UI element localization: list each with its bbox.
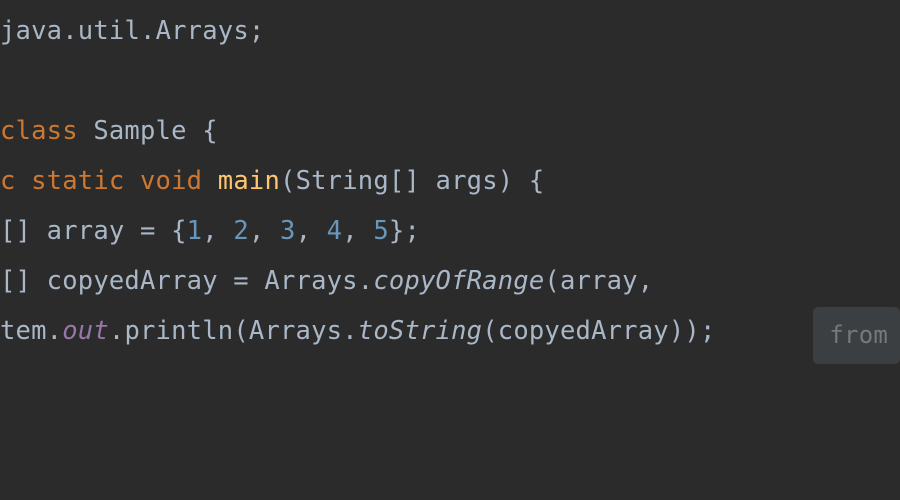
method-println: println	[124, 316, 233, 346]
arg-copyed: copyedArray	[498, 316, 669, 346]
brace: {	[187, 116, 218, 146]
arr-type: []	[0, 216, 31, 246]
var-array: array	[47, 216, 125, 246]
hint-label: from	[829, 321, 888, 349]
pkg-segment: java	[0, 16, 62, 46]
arr-type: []	[0, 266, 31, 296]
arg-array: array	[560, 266, 638, 296]
keyword-class: class	[0, 116, 78, 146]
code-line-6[interactable]: [] copyedArray = Arrays.copyOfRange(arra…	[0, 256, 900, 306]
code-line-5[interactable]: [] array = {1, 2, 3, 4, 5};	[0, 206, 900, 256]
method-main: main	[218, 166, 280, 196]
code-line-4[interactable]: c static void main(String[] args) {	[0, 156, 900, 206]
class-arrays: Arrays	[264, 266, 357, 296]
param-name: args	[436, 166, 498, 196]
modifier: c	[0, 166, 31, 196]
method-tostring: toString	[358, 316, 482, 346]
code-line-1[interactable]: java.util.Arrays;	[0, 6, 900, 56]
pkg-segment: util	[78, 16, 140, 46]
class-arrays: Arrays	[249, 316, 342, 346]
field-out: out	[62, 316, 109, 346]
var-copyed: copyedArray	[47, 266, 218, 296]
param-type: String[]	[296, 166, 420, 196]
pkg-segment: Arrays	[156, 16, 249, 46]
keyword-static: static	[31, 166, 124, 196]
code-line-3[interactable]: class Sample {	[0, 106, 900, 156]
method-copyofrange: copyOfRange	[373, 266, 544, 296]
keyword-void: void	[140, 166, 202, 196]
code-line-7[interactable]: tem.out.println(Arrays.toString(copyedAr…	[0, 306, 900, 356]
blank-line[interactable]	[0, 56, 900, 106]
class-name: Sample	[93, 116, 186, 146]
parameter-hint[interactable]: from	[813, 307, 900, 364]
